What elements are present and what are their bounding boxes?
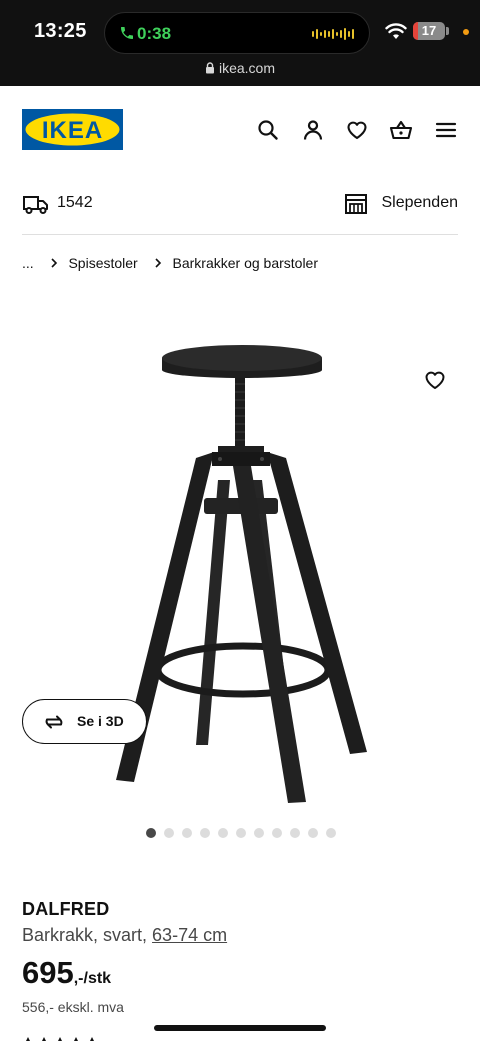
product-size-link[interactable]: 63-74 cm — [152, 925, 227, 945]
delivery-truck-icon[interactable] — [22, 193, 50, 215]
carousel-dot[interactable] — [254, 828, 264, 838]
product-price: 695,-/stk — [22, 955, 111, 991]
lock-icon — [205, 62, 214, 74]
carousel-dot[interactable] — [218, 828, 228, 838]
carousel-dot[interactable] — [164, 828, 174, 838]
product-name: DALFRED — [22, 899, 110, 919]
logo-text: IKEA — [42, 117, 103, 144]
delivery-postcode[interactable]: 1542 — [57, 194, 93, 212]
chevron-right-icon — [154, 258, 162, 268]
breadcrumb-ellipsis[interactable]: ... — [22, 255, 34, 271]
heart-icon[interactable] — [345, 118, 369, 142]
ikea-logo[interactable]: IKEA — [22, 109, 123, 150]
view-in-3d-label: Se i 3D — [77, 713, 124, 729]
battery-indicator: 17 — [413, 22, 445, 40]
view-in-3d-button[interactable]: Se i 3D — [22, 699, 147, 744]
site-header: IKEA — [0, 86, 480, 176]
carousel-dot[interactable] — [182, 828, 192, 838]
basket-icon[interactable] — [389, 118, 413, 142]
rotate-3d-icon — [45, 715, 63, 729]
home-indicator — [154, 1025, 326, 1031]
account-icon[interactable] — [301, 118, 325, 142]
carousel-dot[interactable] — [326, 828, 336, 838]
url-bar[interactable]: ikea.com — [0, 60, 480, 76]
product-image[interactable] — [100, 340, 380, 810]
call-island[interactable]: 0:38 — [104, 12, 370, 54]
delivery-store-row: 1542 Slependen — [22, 190, 458, 220]
divider — [22, 234, 458, 235]
product-description: Barkrakk, svart, 63-74 cm — [22, 925, 227, 946]
battery-level: 17 — [421, 23, 437, 38]
wifi-icon — [385, 23, 407, 39]
price-ex-vat: 556,- ekskl. mva — [22, 999, 124, 1015]
menu-icon[interactable] — [434, 118, 458, 142]
carousel-dot[interactable] — [146, 828, 156, 838]
privacy-indicator-dot — [463, 29, 469, 35]
url-text: ikea.com — [218, 60, 276, 76]
carousel-dot[interactable] — [236, 828, 246, 838]
status-bar: 13:25 0:38 17 ikea.com — [0, 0, 480, 86]
call-timer: 0:38 — [137, 24, 172, 43]
status-time: 13:25 — [34, 20, 87, 42]
store-icon[interactable] — [344, 193, 368, 215]
phone-icon — [121, 27, 133, 39]
breadcrumb: ... Spisestoler Barkrakker og barstoler — [22, 254, 318, 274]
image-carousel-dots — [146, 828, 336, 838]
battery-cap — [446, 27, 449, 35]
price-integer: 695 — [22, 955, 74, 990]
breadcrumb-item-bar-stools[interactable]: Barkrakker og barstoler — [173, 255, 319, 271]
audio-waveform-icon — [312, 28, 354, 40]
carousel-dot[interactable] — [308, 828, 318, 838]
breadcrumb-item-dining-chairs[interactable]: Spisestoler — [68, 255, 137, 271]
carousel-dot[interactable] — [272, 828, 282, 838]
carousel-dot[interactable] — [200, 828, 210, 838]
rating-stars-icon[interactable] — [22, 1034, 152, 1041]
favorite-heart-icon[interactable] — [423, 368, 447, 392]
product-description-text: Barkrakk, svart, — [22, 925, 148, 945]
chevron-right-icon — [50, 258, 58, 268]
search-icon[interactable] — [256, 118, 280, 142]
store-name[interactable]: Slependen — [381, 194, 458, 212]
price-suffix: ,-/stk — [73, 970, 112, 987]
carousel-dot[interactable] — [290, 828, 300, 838]
